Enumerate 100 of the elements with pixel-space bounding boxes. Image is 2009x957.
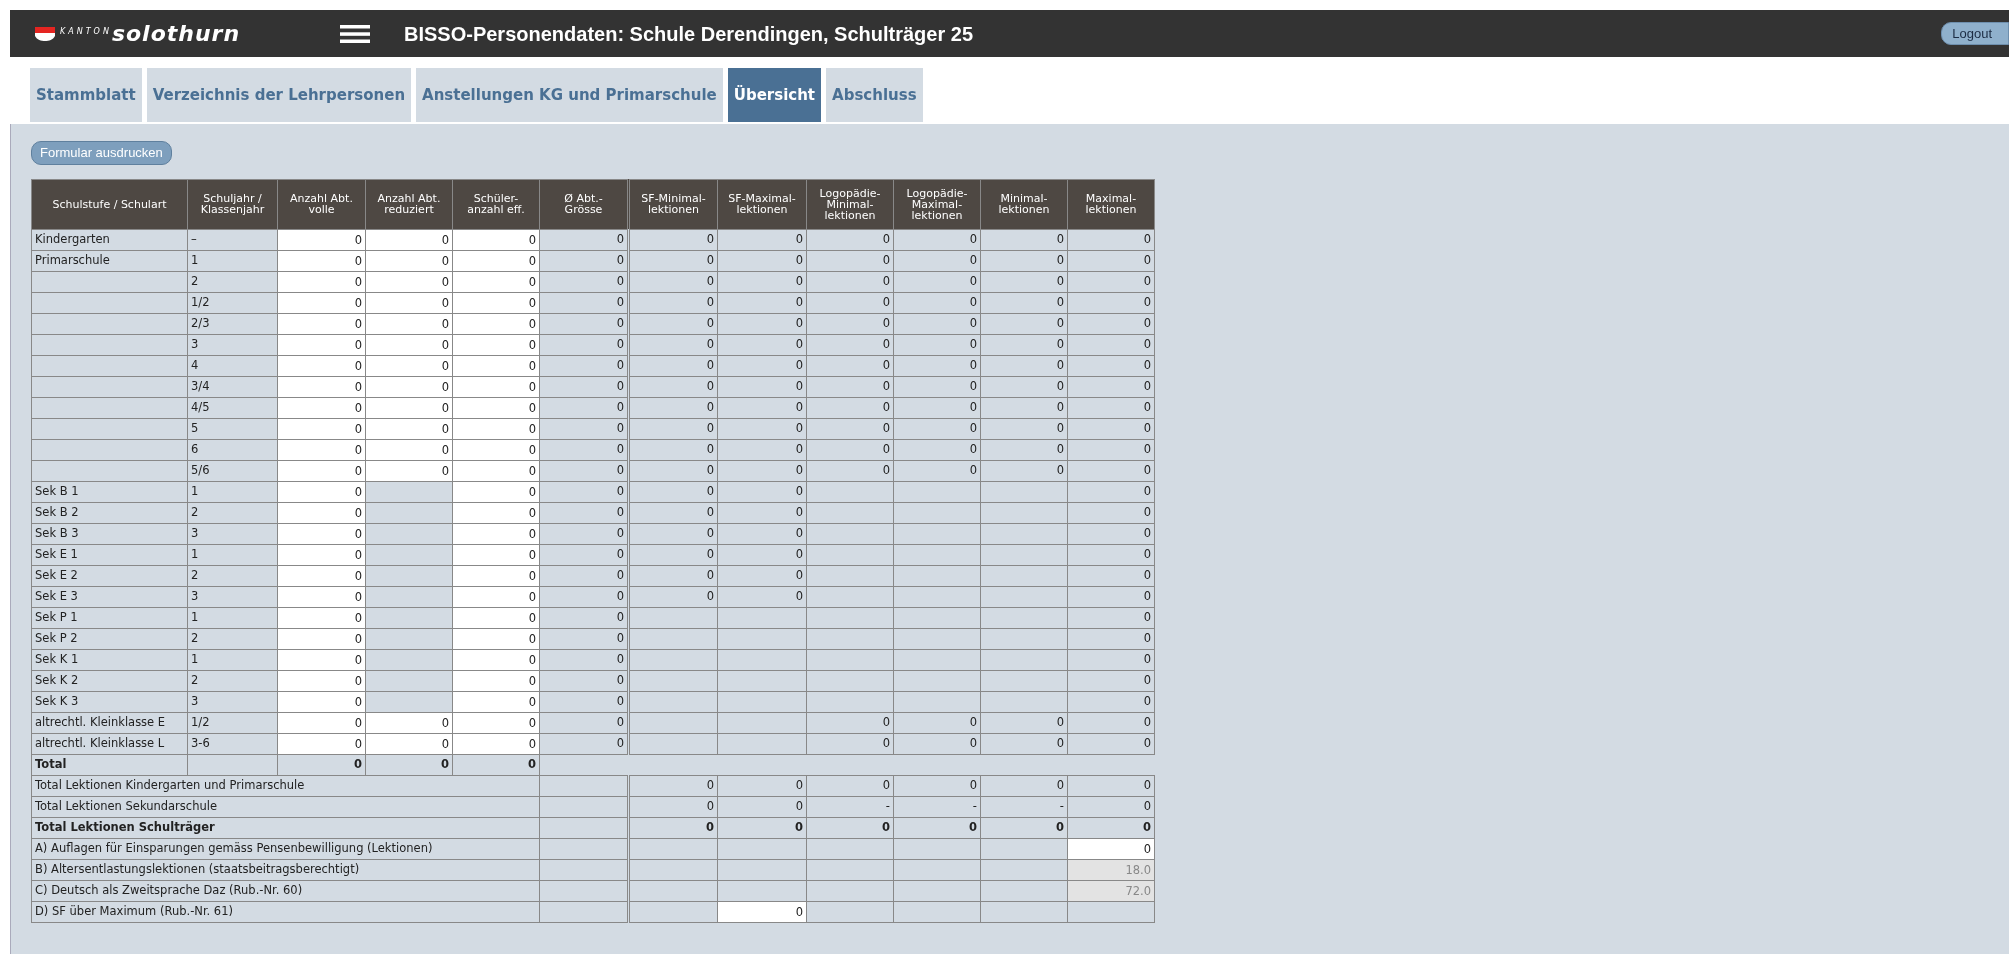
- row-label: Sek B 1: [31, 481, 188, 502]
- table-cell: 0: [893, 397, 981, 418]
- table-cell: 0: [717, 586, 807, 607]
- table-cell: 1/2: [187, 712, 278, 733]
- table-cell: 0: [893, 355, 981, 376]
- row-label: Sek E 2: [31, 565, 188, 586]
- column-header: Schulstufe / Schulart: [31, 179, 188, 229]
- table-cell: 0: [1067, 397, 1155, 418]
- table-cell: 0: [1067, 649, 1155, 670]
- table-cell: 0: [717, 397, 807, 418]
- table-cell: 3/4: [187, 376, 278, 397]
- table-cell: 0: [628, 523, 718, 544]
- table-cell: 5/6: [187, 460, 278, 481]
- column-header: Anzahl Abt. reduziert: [365, 179, 453, 229]
- table-cell: -: [893, 796, 981, 817]
- table-cell: 2: [187, 670, 278, 691]
- table-cell: 0: [980, 250, 1068, 271]
- table-cell: 0: [980, 397, 1068, 418]
- table-cell: 1: [187, 607, 278, 628]
- tab[interactable]: Stammblatt: [30, 68, 142, 122]
- table-cell: 0: [1067, 250, 1155, 271]
- table-cell: 0: [717, 775, 807, 796]
- table-cell: 0: [1067, 628, 1155, 649]
- table-cell: 0: [806, 817, 894, 838]
- table-cell: 0: [980, 733, 1068, 754]
- table-cell: 4: [187, 355, 278, 376]
- table-cell: 0: [893, 376, 981, 397]
- table-cell: 0: [893, 418, 981, 439]
- table-cell: 0: [806, 229, 894, 250]
- tab[interactable]: Verzeichnis der Lehrpersonen: [146, 68, 412, 122]
- table-cell: 0: [1067, 796, 1155, 817]
- row-label: Sek P 2: [31, 628, 188, 649]
- table-cell: 2/3: [187, 313, 278, 334]
- table-cell: 0: [717, 292, 807, 313]
- table-cell: 0: [628, 355, 718, 376]
- table-cell: 0: [717, 334, 807, 355]
- table-cell: 0: [980, 775, 1068, 796]
- table-cell: 0: [1067, 565, 1155, 586]
- tab[interactable]: Abschluss: [826, 68, 923, 122]
- table-cell: 0: [1067, 670, 1155, 691]
- table-cell: 0: [893, 460, 981, 481]
- table-cell: 0: [717, 544, 807, 565]
- table-cell: 0: [893, 712, 981, 733]
- table-cell: 0: [806, 418, 894, 439]
- table-cell: 0: [806, 271, 894, 292]
- row-label: Sek E 1: [31, 544, 188, 565]
- table-cell: 3: [187, 691, 278, 712]
- table-cell: 0: [1067, 355, 1155, 376]
- table-cell: 0: [980, 229, 1068, 250]
- table-cell: 2: [187, 502, 278, 523]
- table-cell: 0: [717, 796, 807, 817]
- table-cell: 0: [1067, 523, 1155, 544]
- table-cell: 2: [187, 565, 278, 586]
- table-cell: 0: [1067, 691, 1155, 712]
- table-cell: 0: [628, 229, 718, 250]
- table-cell: 0: [717, 376, 807, 397]
- row-label: A) Auflagen für Einsparungen gemäss Pensenbewilligung (Lektionen): [31, 838, 540, 859]
- column-header: Anzahl Abt. volle: [277, 179, 366, 229]
- table-cell: 4/5: [187, 397, 278, 418]
- table-cell: 0: [980, 334, 1068, 355]
- table-cell: -: [806, 796, 894, 817]
- table-cell: 0: [717, 481, 807, 502]
- table-cell: 0: [1067, 712, 1155, 733]
- table-cell: 0: [717, 565, 807, 586]
- table-cell: 2: [187, 628, 278, 649]
- table-cell: 0: [628, 586, 718, 607]
- table-cell: 0: [628, 418, 718, 439]
- table-cell: 0: [452, 754, 540, 775]
- table-cell: 1: [187, 544, 278, 565]
- table-cell: 0: [717, 229, 807, 250]
- table-cell: 0: [893, 775, 981, 796]
- menu-icon[interactable]: [340, 23, 370, 44]
- table-cell: 0: [893, 292, 981, 313]
- table-cell: 0: [980, 418, 1068, 439]
- row-label: Total Lektionen Sekundarschule: [31, 796, 540, 817]
- table-cell: 1: [187, 649, 278, 670]
- table-cell: 1: [187, 250, 278, 271]
- logout-button[interactable]: Logout: [1941, 21, 2009, 46]
- table-cell: 0: [1067, 544, 1155, 565]
- table-cell: 0: [628, 271, 718, 292]
- table-cell: 0: [980, 292, 1068, 313]
- table-cell: 0: [717, 271, 807, 292]
- table-cell: 0: [717, 817, 807, 838]
- table-cell: 0: [806, 355, 894, 376]
- table-cell: 0: [628, 775, 718, 796]
- row-label: altrechtl. Kleinklasse L: [31, 733, 188, 754]
- table-cell: 1/2: [187, 292, 278, 313]
- row-label: C) Deutsch als Zweitsprache Daz (Rub.-Nr. 60): [31, 880, 540, 901]
- column-header: Logopädie- Minimal- lektionen: [806, 179, 894, 229]
- table-cell: 0: [628, 313, 718, 334]
- tab[interactable]: Anstellungen KG und Primarschule: [416, 68, 723, 122]
- table-cell: 0: [1067, 376, 1155, 397]
- tab[interactable]: Übersicht: [727, 68, 822, 122]
- row-label: Sek P 1: [31, 607, 188, 628]
- table-cell: 3: [187, 523, 278, 544]
- table-cell: 0: [1067, 775, 1155, 796]
- row-label: Sek B 2: [31, 502, 188, 523]
- table-cell: 5: [187, 418, 278, 439]
- table-cell: 3-6: [187, 733, 278, 754]
- table-cell: 0: [1067, 586, 1155, 607]
